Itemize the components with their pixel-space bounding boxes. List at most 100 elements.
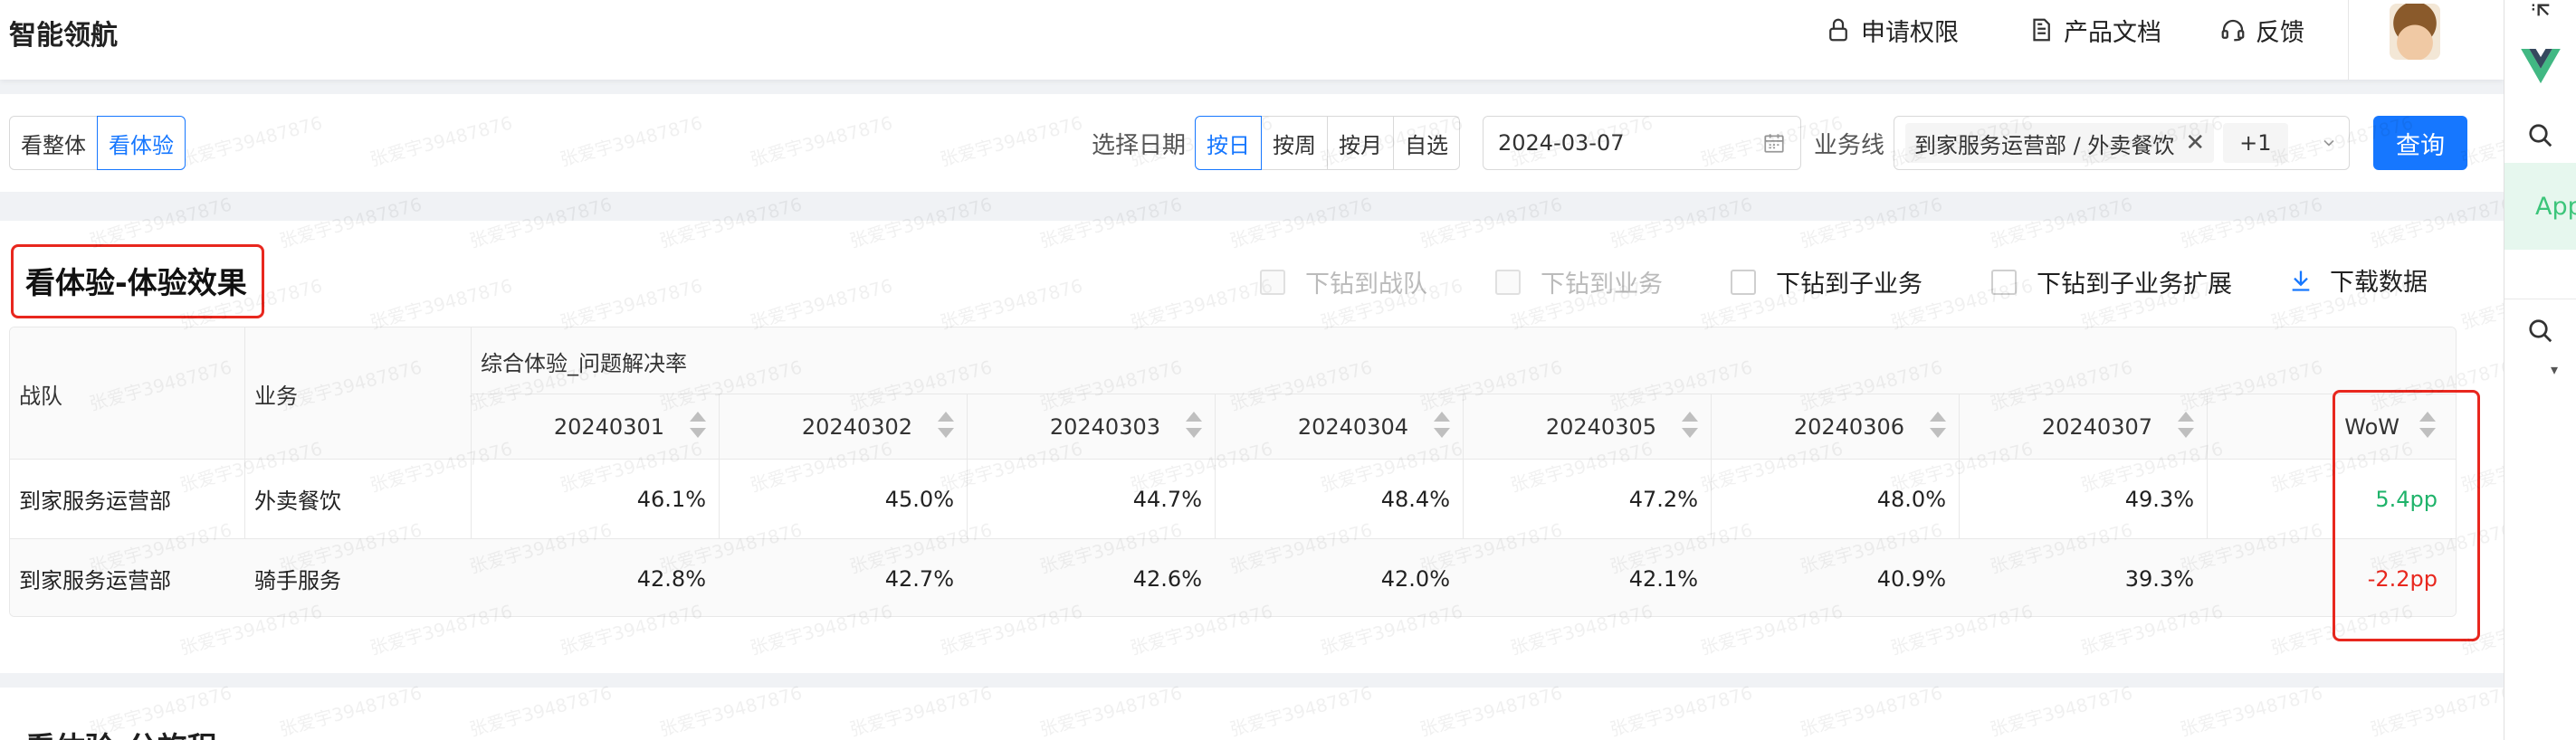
date-mode-custom[interactable]: 自选 [1393,116,1460,170]
sort-icon[interactable] [1930,406,1946,446]
calendar-icon [1764,134,1784,153]
download-label: 下载数据 [2330,269,2428,297]
view-overall-button[interactable]: 看整体 [9,116,98,170]
wow-highlight-box [2333,390,2480,641]
sort-icon[interactable] [690,406,706,446]
date-mode-day[interactable]: 按日 [1195,116,1262,170]
value-cell: 48.0% [1876,486,1946,512]
date-column-header[interactable]: 20240306 [1711,394,1959,460]
value-cell: 42.7% [884,565,954,592]
team-cell: 到家服务运营部 [19,489,171,514]
app-tab[interactable]: App [2504,163,2576,250]
group-header: 综合体验_问题解决率 [481,351,687,376]
date-picker-input[interactable]: 2024-03-07 [1483,116,1801,170]
apply-permission-link[interactable]: 申请权限 [1825,13,1959,47]
apply-permission-label: 申请权限 [1861,18,1959,47]
collapse-icon[interactable] [2504,0,2576,27]
date-header-label: 20240304 [1297,413,1408,440]
value-cell: 42.1% [1628,565,1698,592]
sort-icon[interactable] [1186,406,1202,446]
query-button[interactable]: 查询 [2373,116,2467,170]
card2-title: 看体验-分旅程 [25,724,217,740]
date-header-label: 20240307 [2041,413,2152,440]
table-row: 到家服务运营部 外卖餐饮 46.1% 45.0% 44.7% 48.4% 47.2% 48.0… [10,460,2456,538]
card-title: 看体验-体验效果 [25,265,247,300]
drill-team-label: 下钻到战队 [1305,270,1427,299]
value-cell: 42.0% [1380,565,1450,592]
value-cell: 39.3% [2124,565,2194,592]
top-header: 智能领航 申请权限 产品文档 反馈 [0,0,2504,80]
dev-sidebar: App ▾ [2504,0,2576,740]
biz-cell: 骑手服务 [254,568,341,593]
checkbox-box [1991,269,2017,295]
date-value: 2024-03-07 [1498,130,1625,156]
biz-line-tag-label: 到家服务运营部 / 外卖餐饮 [1914,132,2175,158]
caret-down-icon[interactable]: ▾ [2504,360,2576,378]
value-cell: 42.6% [1132,565,1202,592]
checkbox-box [1731,269,1756,295]
experience-table: 战队 业务 综合体验_问题解决率 20240301 20240302 2024030… [9,327,2457,617]
value-cell: 45.0% [884,486,954,512]
sort-icon[interactable] [1682,406,1698,446]
search-icon[interactable] [2504,118,2576,154]
drill-team-checkbox[interactable]: 下钻到战队 [1260,264,1427,299]
biz-line-tag: 到家服务运营部 / 外卖餐饮 ✕ [1905,123,2215,163]
col-team-header: 战队 [19,384,62,409]
biz-line-more-tag: +1 [2223,123,2288,163]
value-cell: 46.1% [636,486,706,512]
download-icon [2292,270,2310,291]
date-mode-month[interactable]: 按月 [1327,116,1394,170]
view-experience-button[interactable]: 看体验 [97,116,186,170]
sort-icon[interactable] [938,406,954,446]
app-title: 智能领航 [9,20,118,52]
table-row: 到家服务运营部 骑手服务 42.8% 42.7% 42.6% 42.0% 42.1% 40.9… [10,539,2456,616]
value-cell: 48.4% [1380,486,1450,512]
sort-icon[interactable] [1434,406,1450,446]
tag-close-icon[interactable]: ✕ [2185,129,2205,157]
date-header-label: 20240305 [1545,413,1656,440]
chevron-down-icon [2323,139,2334,147]
date-header-label: 20240301 [553,413,664,440]
biz-line-more-label: +1 [2239,130,2272,156]
date-mode-week[interactable]: 按周 [1261,116,1328,170]
date-header-label: 20240306 [1793,413,1904,440]
date-column-header[interactable]: 20240305 [1463,394,1711,460]
drill-subbiz-ext-label: 下钻到子业务扩展 [2037,270,2232,299]
lock-icon [1829,18,1847,42]
sort-icon[interactable] [2178,406,2194,446]
value-cell: 42.8% [636,565,706,592]
date-header-label: 20240302 [801,413,912,440]
date-column-header[interactable]: 20240303 [967,394,1215,460]
date-mode-toggle: 按日 按周 按月 自选 [1195,116,1460,170]
date-column-header[interactable]: 20240302 [719,394,967,460]
drill-subbiz-checkbox[interactable]: 下钻到子业务 [1731,264,1922,299]
checkbox-box [1495,269,1521,295]
search-icon-2[interactable] [2504,313,2576,349]
date-column-header[interactable]: 20240307 [1959,394,2207,460]
experience-effect-card: 看体验-体验效果 下钻到战队 下钻到业务 下钻到子业务 下钻到子业务扩展 下载数… [0,221,2504,673]
date-column-header[interactable]: 20240304 [1215,394,1463,460]
drill-subbiz-label: 下钻到子业务 [1776,270,1922,299]
biz-line-select[interactable]: 到家服务运营部 / 外卖餐饮 ✕ +1 [1894,116,2350,170]
drill-biz-checkbox[interactable]: 下钻到业务 [1495,264,1663,299]
date-column-header[interactable]: 20240301 [471,394,719,460]
user-avatar[interactable] [2390,4,2440,60]
product-docs-label: 产品文档 [2064,18,2161,47]
biz-cell: 外卖餐饮 [254,489,341,514]
drill-subbiz-ext-checkbox[interactable]: 下钻到子业务扩展 [1991,264,2232,299]
header-divider [2348,0,2349,80]
headset-icon [2221,19,2245,42]
journey-card: 看体验-分旅程 [0,688,2504,740]
date-label: 选择日期 [1092,132,1187,159]
feedback-link[interactable]: 反馈 [2219,13,2304,47]
value-cell: 47.2% [1628,486,1698,512]
feedback-label: 反馈 [2256,18,2304,47]
document-icon [2033,18,2050,42]
download-data-button[interactable]: 下载数据 [2288,262,2428,298]
filter-bar: 看整体 看体验 选择日期 按日 按周 按月 自选 2024-03-07 业务线 … [0,94,2504,192]
vue-logo-icon[interactable] [2504,43,2576,90]
col-biz-header: 业务 [254,384,298,409]
value-cell: 44.7% [1132,486,1202,512]
product-docs-link[interactable]: 产品文档 [2027,13,2161,47]
app-root: 智能领航 申请权限 产品文档 反馈 看整体 看体验 选择日期 按日 按周 按月 … [0,0,2504,740]
